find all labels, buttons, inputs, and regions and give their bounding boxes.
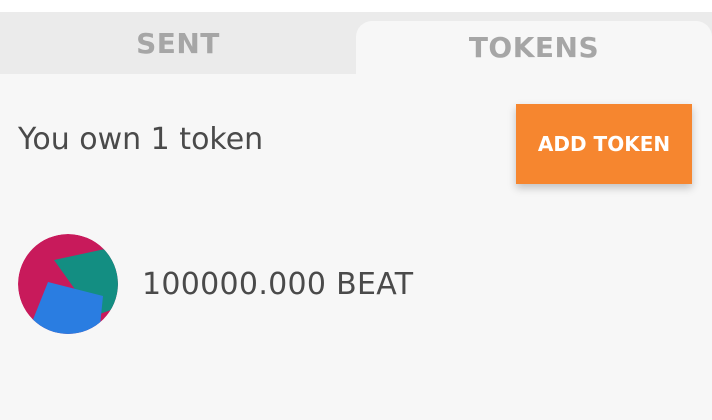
token-identicon	[18, 234, 118, 334]
wallet-panel: SENT TOKENS You own 1 token ADD TOKEN 10	[0, 0, 712, 420]
tab-bar: SENT TOKENS	[0, 12, 712, 74]
token-list-item[interactable]: 100000.000 BEAT	[18, 234, 413, 334]
token-count-label: You own 1 token	[18, 122, 264, 157]
add-token-button[interactable]: ADD TOKEN	[516, 104, 692, 184]
token-balance: 100000.000 BEAT	[142, 266, 414, 302]
tab-tokens[interactable]: TOKENS	[356, 21, 712, 74]
tab-sent[interactable]: SENT	[0, 12, 356, 74]
tokens-content: You own 1 token ADD TOKEN 100000.000 BEA…	[0, 74, 712, 420]
identicon-icon	[18, 234, 118, 334]
